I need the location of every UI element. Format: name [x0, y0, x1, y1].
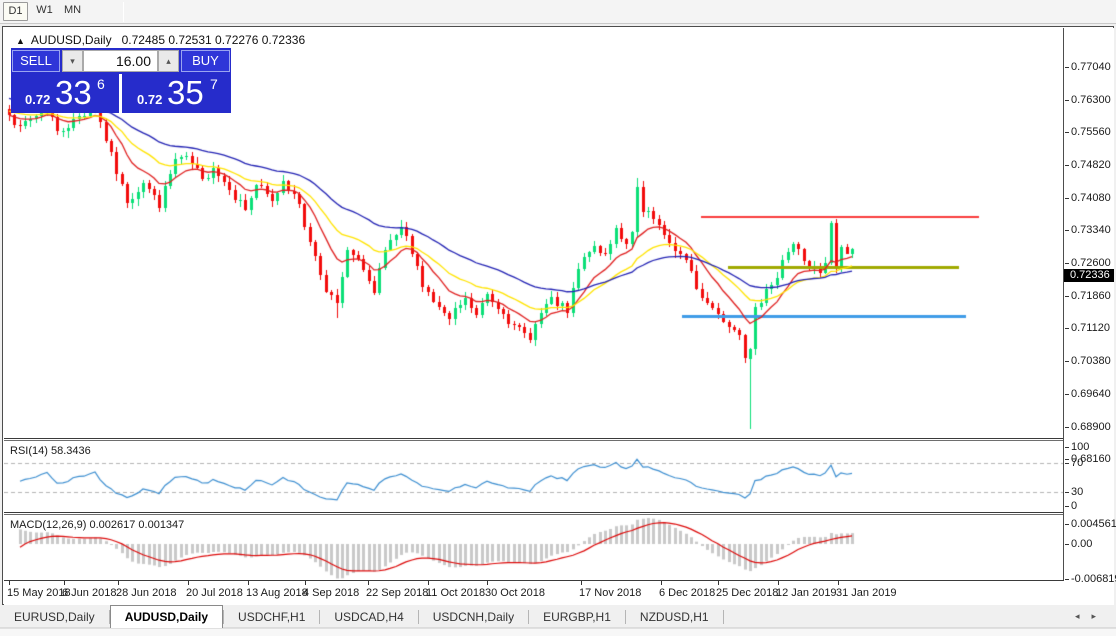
chart-ohlc-values: 0.72485 0.72531 0.72276 0.72336 [122, 33, 306, 47]
date-axis-label: 11 Oct 2018 [426, 587, 485, 599]
chart-tab-audusd-daily[interactable]: AUDUSD,Daily [110, 605, 223, 628]
rsi-panel: RSI(14) 58.3436 [4, 441, 1063, 512]
timeframe-toolbar: D1 W1 MN [0, 0, 1116, 24]
price-axis-tick: 0.70380 [1071, 355, 1111, 367]
price-axis-tick: 0.71860 [1071, 290, 1111, 302]
date-axis-tick [778, 581, 779, 585]
date-axis-tick [487, 581, 488, 585]
date-axis-label: 22 Sep 2018 [366, 587, 428, 599]
date-axis-tick [368, 581, 369, 585]
date-axis-tick [661, 581, 662, 585]
volume-increase-button[interactable]: ▴ [158, 50, 179, 72]
chart-title: ▲ AUDUSD,Daily 0.72485 0.72531 0.72276 0.7… [16, 33, 305, 47]
date-axis[interactable]: 15 May 20186 Jun 201828 Jun 201820 Jul 2… [4, 580, 1113, 605]
bottom-strip [0, 628, 1116, 636]
date-axis-label: 20 Jul 2018 [186, 587, 243, 599]
timeframe-button-mn[interactable]: MN [60, 2, 85, 21]
date-axis-tick [428, 581, 429, 585]
timeframe-button-d1[interactable]: D1 [3, 2, 28, 21]
indicator-axis-tick: 100 [1071, 441, 1089, 453]
date-axis-tick [248, 581, 249, 585]
date-axis-tick [718, 581, 719, 585]
price-axis[interactable]: 0.77040 0.76300 0.75560 0.74820 0.74080 0.733… [1064, 28, 1114, 605]
price-axis-tick: 0.69640 [1071, 388, 1111, 400]
date-axis-label: 6 Dec 2018 [659, 587, 715, 599]
price-axis-tick: 0.74080 [1071, 192, 1111, 204]
macd-panel: MACD(12,26,9) 0.002617 0.001347 [4, 515, 1063, 580]
price-axis-tick: 0.76300 [1071, 94, 1111, 106]
date-axis-label: 12 Jan 2019 [776, 587, 837, 599]
volume-decrease-button[interactable]: ▾ [62, 50, 83, 72]
date-axis-tick [64, 581, 65, 585]
date-axis-tick [305, 581, 306, 585]
date-axis-label: 13 Aug 2018 [246, 587, 308, 599]
chart-symbol-label: AUDUSD,Daily [31, 33, 112, 47]
sell-price-prefix: 0.72 [25, 92, 50, 107]
indicator-axis-tick: -0.006819 [1071, 573, 1116, 585]
trading-terminal-window: D1 W1 MN ▲ AUDUSD,Daily 0.72485 0.72531 0.… [0, 0, 1116, 636]
price-axis-tick: 0.74820 [1071, 159, 1111, 171]
indicator-axis-tick: 0 [1071, 500, 1077, 512]
chart-tab-nzdusd-h1[interactable]: NZDUSD,H1 [626, 606, 723, 629]
price-axis-tick: 0.73340 [1071, 224, 1111, 236]
date-axis-label: 28 Jun 2018 [116, 587, 177, 599]
collapse-arrow-icon[interactable]: ▲ [16, 36, 25, 46]
date-axis-label: 31 Jan 2019 [836, 587, 897, 599]
price-axis-tick: 0.77040 [1071, 61, 1111, 73]
sell-button[interactable]: SELL [12, 50, 60, 72]
toolbar-separator [123, 2, 124, 22]
date-axis-tick [581, 581, 582, 585]
buy-price-superscript: 7 [210, 76, 218, 92]
chart-tab-bar: EURUSD,DailyAUDUSD,DailyUSDCHF,H1USDCAD,… [0, 605, 1116, 628]
indicator-axis-tick: 70 [1071, 457, 1083, 469]
rsi-canvas[interactable] [4, 441, 1063, 512]
chart-tab-usdcnh-daily[interactable]: USDCNH,Daily [419, 606, 528, 629]
chart-tab-usdcad-h4[interactable]: USDCAD,H4 [320, 606, 417, 629]
tab-scroll-arrows: ◂▸ [1075, 611, 1108, 622]
date-axis-label: 6 Jun 2018 [62, 587, 116, 599]
date-axis-tick [118, 581, 119, 585]
current-price-tag: 0.72336 [1064, 269, 1114, 282]
indicator-axis-tick: 0.004561 [1071, 518, 1116, 530]
chart-tab-usdchf-h1[interactable]: USDCHF,H1 [224, 606, 319, 629]
sell-price-superscript: 6 [97, 76, 105, 92]
date-axis-label: 4 Sep 2018 [303, 587, 359, 599]
sell-quote-box[interactable]: 0.72 33 6 [11, 74, 119, 113]
rsi-label: RSI(14) 58.3436 [10, 445, 91, 457]
main-price-panel: ▲ AUDUSD,Daily 0.72485 0.72531 0.72276 0.7… [4, 28, 1063, 438]
macd-label: MACD(12,26,9) 0.002617 0.001347 [10, 519, 184, 531]
date-axis-tick [838, 581, 839, 585]
chart-tab-eurgbp-h1[interactable]: EURGBP,H1 [529, 606, 625, 629]
tab-divider [723, 610, 724, 624]
chart-window: ▲ AUDUSD,Daily 0.72485 0.72531 0.72276 0.7… [2, 26, 1114, 605]
buy-button[interactable]: BUY [181, 50, 230, 72]
price-axis-tick: 0.68900 [1071, 421, 1111, 433]
price-axis-tick: 0.75560 [1071, 126, 1111, 138]
indicator-axis-tick: 0.00 [1071, 538, 1092, 550]
volume-input[interactable]: 16.00 [83, 50, 158, 72]
tab-scroll-right-icon[interactable]: ▸ [1091, 611, 1108, 621]
date-axis-tick [188, 581, 189, 585]
sell-price-big: 33 [55, 74, 92, 112]
price-axis-tick: 0.71120 [1071, 322, 1110, 334]
date-axis-label: 17 Nov 2018 [579, 587, 641, 599]
price-axis-tick: 0.72600 [1071, 257, 1111, 269]
one-click-trade-panel: SELL ▾ 16.00 ▴ BUY 0.72 33 6 0.72 35 7 [11, 48, 231, 113]
chart-tab-eurusd-daily[interactable]: EURUSD,Daily [0, 606, 109, 629]
indicator-axis-tick: 30 [1071, 486, 1083, 498]
date-axis-label: 30 Oct 2018 [485, 587, 545, 599]
buy-price-big: 35 [167, 74, 204, 112]
buy-quote-box[interactable]: 0.72 35 7 [122, 74, 231, 113]
timeframe-button-w1[interactable]: W1 [32, 2, 57, 21]
date-axis-label: 25 Dec 2018 [716, 587, 778, 599]
buy-price-prefix: 0.72 [137, 92, 162, 107]
tab-scroll-left-icon[interactable]: ◂ [1075, 611, 1092, 621]
date-axis-tick [9, 581, 10, 585]
